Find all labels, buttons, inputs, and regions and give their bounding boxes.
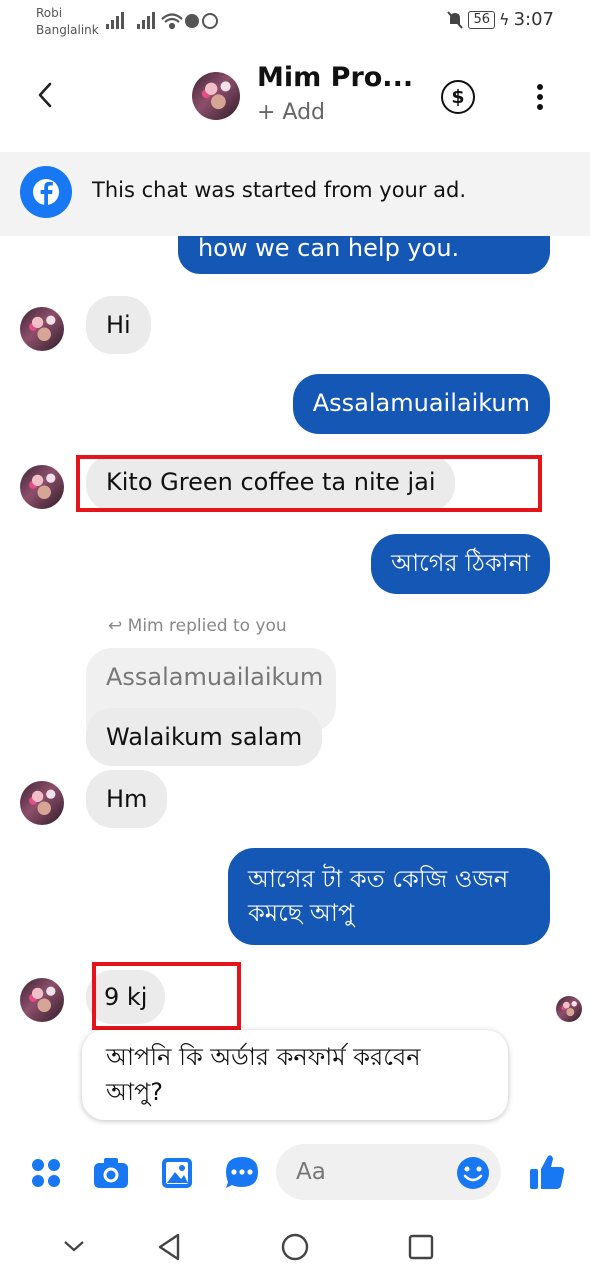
like-thumbs-up-icon[interactable] [528,1152,566,1192]
signal-2-icon [137,12,155,29]
battery-level: 56 [468,10,496,29]
message-outgoing[interactable]: how we can help you. [178,236,550,274]
apps-grid-icon[interactable] [30,1157,62,1189]
carrier-2: Banglalink [36,23,99,37]
nav-home-icon[interactable] [280,1232,310,1262]
message-incoming[interactable]: Hi [86,296,151,354]
message-text-line: আগের টা কত কেজি ওজন [248,865,509,893]
suggested-reply-card[interactable]: আপনি কি অর্ডার কনফার্ম করবেন আপু? [82,1030,508,1120]
sender-avatar[interactable] [20,465,64,509]
chat-bubble-icon[interactable] [224,1155,260,1191]
seen-receipt-avatar [556,996,582,1022]
message-text: Assalamuailaikum [312,389,530,417]
message-outgoing[interactable]: আগের ঠিকানা [371,534,550,594]
message-text: Walaikum salam [106,723,303,751]
reply-indicator-text: Mim replied to you [127,616,287,636]
message-text: how we can help you. [198,234,460,262]
carrier-1: Robi [36,6,63,20]
add-contact-link[interactable]: + Add [257,100,325,125]
wifi-icon [161,13,183,30]
sender-avatar[interactable] [20,307,64,351]
message-text: Hm [106,785,148,813]
mute-icon [447,10,464,29]
reply-indicator: ↩ Mim replied to you [108,616,287,636]
facebook-logo-icon [20,166,72,218]
message-input-placeholder: Aa [296,1159,326,1185]
data-saver-icon [202,13,218,29]
messenger-notification-icon [185,14,199,28]
back-arrow-icon[interactable] [30,78,64,112]
nav-recents-icon[interactable] [406,1232,436,1262]
sender-avatar[interactable] [20,978,64,1022]
message-text-line: কমছে আপু [248,899,355,927]
message-text-line: আপনি কি অর্ডার কনফার্ম করবেন [106,1043,421,1071]
nav-back-icon[interactable] [154,1232,184,1262]
gallery-icon[interactable] [160,1156,194,1190]
ad-banner-text: This chat was started from your ad. [92,178,467,202]
contact-name[interactable]: Mim Pro... [257,62,413,93]
sender-avatar[interactable] [20,781,64,825]
signal-1-icon [106,12,124,29]
camera-icon[interactable] [92,1156,130,1190]
clock: 3:07 [513,9,554,30]
message-outgoing[interactable]: আগের টা কত কেজি ওজন কমছে আপু [228,848,550,945]
charging-icon: ϟ [499,10,510,29]
more-options-icon[interactable] [530,80,550,114]
carrier-info: Robi Banglalink [36,5,99,39]
highlight-box [92,962,241,1030]
message-incoming[interactable]: Walaikum salam [86,708,323,766]
reply-arrow-icon: ↩ [108,616,123,636]
status-right: 56 ϟ 3:07 [446,9,554,30]
message-text-line: আপু? [106,1078,164,1106]
message-text: Hi [106,311,131,339]
message-text: আগের ঠিকানা [391,549,530,577]
message-outgoing[interactable]: Assalamuailaikum [292,374,550,434]
status-icons [106,12,218,30]
highlight-box [76,455,542,512]
quoted-text: Assalamuailaikum [106,663,324,691]
payment-dollar-icon[interactable]: $ [441,80,475,114]
contact-avatar[interactable] [192,72,240,120]
emoji-icon[interactable] [456,1156,490,1190]
message-incoming[interactable]: Hm [86,770,168,828]
hide-keyboard-chevron-icon[interactable] [62,1237,86,1255]
